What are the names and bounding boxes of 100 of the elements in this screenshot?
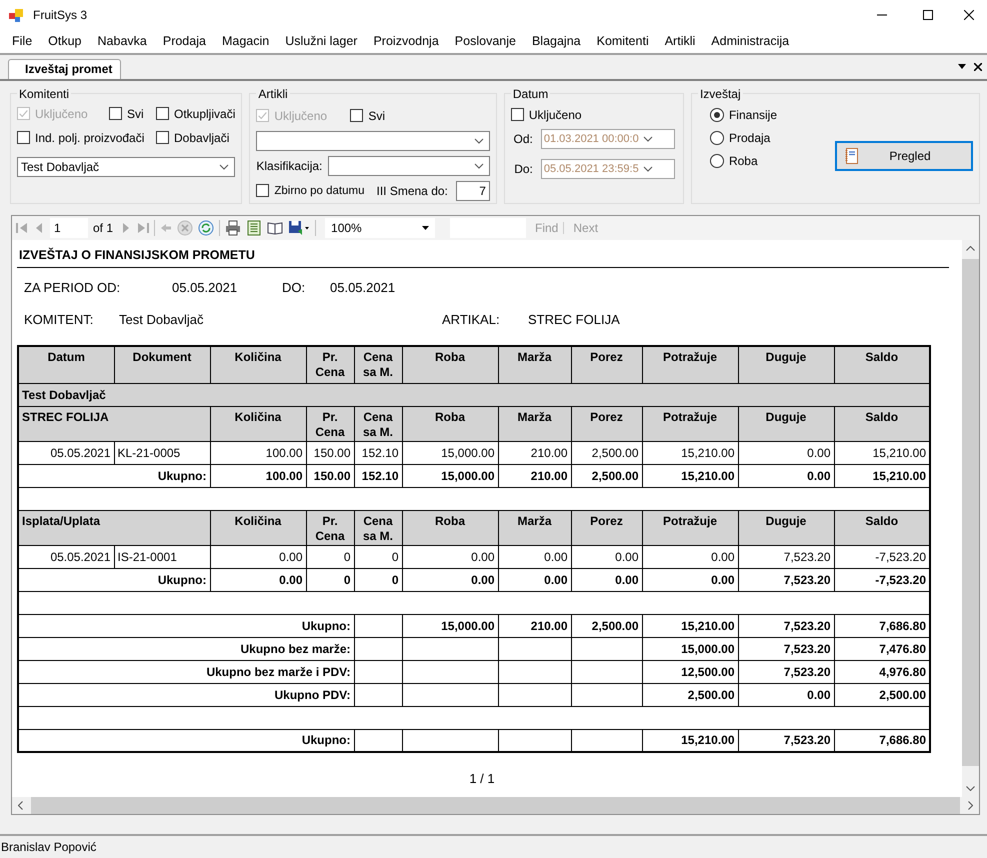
column-header: Porez xyxy=(571,510,642,546)
checkbox-label: Dobavljači xyxy=(174,130,230,145)
column-header: Saldo xyxy=(834,510,930,546)
table-cell: 210.00 xyxy=(498,441,571,464)
caret-icon xyxy=(422,226,430,230)
table-cell: 7,523.20 xyxy=(738,545,834,568)
table-cell: 15,000.00 xyxy=(402,441,498,464)
menu-item[interactable]: Prodaja xyxy=(154,30,214,52)
column-header: Pr. Cena xyxy=(306,406,354,442)
menu-item[interactable]: Nabavka xyxy=(90,30,155,52)
column-header: Porez xyxy=(571,346,642,384)
checkbox-label: Zbirno po datumu xyxy=(274,184,364,197)
menu-item[interactable]: Poslovanje xyxy=(446,30,524,52)
table-cell: 15,210.00 xyxy=(642,464,738,488)
menu-item[interactable]: Magacin xyxy=(214,30,278,52)
column-header: Roba xyxy=(402,346,498,384)
scroll-up-icon[interactable] xyxy=(966,246,975,252)
menu-item[interactable]: Otkup xyxy=(40,30,90,52)
document-tab[interactable]: Izveštaj promet xyxy=(8,58,122,79)
report-title: IZVEŠTAJ O FINANSIJSKOM PROMETU xyxy=(17,248,949,268)
column-header: Duguje xyxy=(738,406,834,442)
section-title: STREC FOLIJA xyxy=(18,406,210,442)
menu-item[interactable]: Artikli xyxy=(656,30,704,52)
menu-item[interactable]: Blagajna xyxy=(524,30,589,52)
column-header: Potražuje xyxy=(642,406,738,442)
menu-item[interactable]: Uslužni lager xyxy=(277,30,366,52)
table-cell: 152.10 xyxy=(354,464,402,488)
column-header: Saldo xyxy=(834,406,930,442)
column-header: Marža xyxy=(498,406,571,442)
table-cell: 0.00 xyxy=(738,441,834,464)
checkbox[interactable] xyxy=(109,107,122,120)
period-value: 05.05.2021 xyxy=(172,280,238,296)
scroll-down-icon[interactable] xyxy=(966,786,975,792)
table-cell: 7,523.20 xyxy=(738,568,834,592)
combo-box[interactable] xyxy=(328,156,490,176)
radio-label: Roba xyxy=(728,154,758,168)
column-header: Cena sa M. xyxy=(354,346,402,384)
table-cell: 100.00 xyxy=(210,464,306,488)
menu-item[interactable]: Komitenti xyxy=(588,30,657,52)
combo-box[interactable]: Test Dobavljač xyxy=(17,156,236,177)
table-cell: 0.00 xyxy=(498,568,571,592)
table-cell: 05.05.2021 xyxy=(18,545,114,568)
table-cell: 0.00 xyxy=(738,683,834,706)
page-number: 1 / 1 xyxy=(468,771,496,786)
column-header: Cena sa M. xyxy=(354,406,402,442)
period-value: 05.05.2021 xyxy=(330,280,396,296)
column-header: Roba xyxy=(402,510,498,546)
menu-item[interactable]: Proizvodnja xyxy=(365,30,447,52)
table-cell: 2,500.00 xyxy=(571,614,642,638)
table-cell: 2,500.00 xyxy=(571,441,642,464)
table-cell: 7,523.20 xyxy=(738,637,834,660)
checkbox[interactable] xyxy=(350,109,364,122)
table-cell: 0.00 xyxy=(738,464,834,488)
column-header: Datum xyxy=(18,346,114,384)
group-header: Test Dobavljač xyxy=(18,383,930,406)
close-icon[interactable] xyxy=(974,62,982,71)
column-header: Saldo xyxy=(834,346,930,384)
horizontal-scrollbar[interactable] xyxy=(12,797,979,814)
page-layout-icon[interactable] xyxy=(246,220,262,236)
client-label: KOMITENT: xyxy=(24,312,94,328)
dropdown-icon[interactable] xyxy=(958,64,966,70)
combo-box[interactable] xyxy=(256,130,490,151)
column-header: Porez xyxy=(571,406,642,442)
scroll-left-icon[interactable] xyxy=(18,801,23,810)
window-title: FruitSys 3 xyxy=(33,8,88,22)
chevron-icon xyxy=(642,136,653,142)
checkbox[interactable] xyxy=(17,131,30,144)
table-cell: 210.00 xyxy=(498,464,571,488)
checkbox[interactable] xyxy=(156,107,169,120)
print-icon[interactable] xyxy=(225,220,242,236)
table-cell: 150.00 xyxy=(306,464,354,488)
radio-button[interactable] xyxy=(710,154,724,168)
radio-button[interactable] xyxy=(710,108,724,122)
menu-item[interactable]: File xyxy=(4,30,40,52)
checkbox-label: Svi xyxy=(127,106,144,121)
close-icon xyxy=(964,10,974,20)
group-title: Datum xyxy=(512,86,550,101)
total-label: Ukupno PDV: xyxy=(18,683,354,706)
book-icon[interactable] xyxy=(267,220,284,236)
radio-label: Finansije xyxy=(728,108,777,122)
group-title: Izveštaj xyxy=(698,86,742,101)
checkbox[interactable] xyxy=(510,108,524,122)
checkbox-label: Uključeno xyxy=(528,108,582,122)
column-header: Količina xyxy=(210,406,306,442)
radio-button[interactable] xyxy=(710,130,724,145)
input-field[interactable]: 7 xyxy=(456,180,490,201)
preview-button[interactable]: Pregled xyxy=(835,140,973,171)
table-cell: 0.00 xyxy=(498,545,571,568)
group-title: Komitenti xyxy=(18,86,70,101)
zoom-dropdown[interactable]: 100% xyxy=(325,218,436,238)
scroll-right-icon[interactable] xyxy=(968,801,973,810)
page-field[interactable]: 1 xyxy=(50,218,88,238)
checkbox[interactable] xyxy=(256,184,270,198)
menu-item[interactable]: Administracija xyxy=(703,30,798,52)
checkbox[interactable] xyxy=(156,131,169,144)
refresh-icon[interactable] xyxy=(198,220,214,236)
table-cell: 150.00 xyxy=(306,441,354,464)
table-cell: 210.00 xyxy=(498,614,571,638)
save-icon[interactable] xyxy=(288,220,310,236)
chevron-icon xyxy=(219,164,230,170)
